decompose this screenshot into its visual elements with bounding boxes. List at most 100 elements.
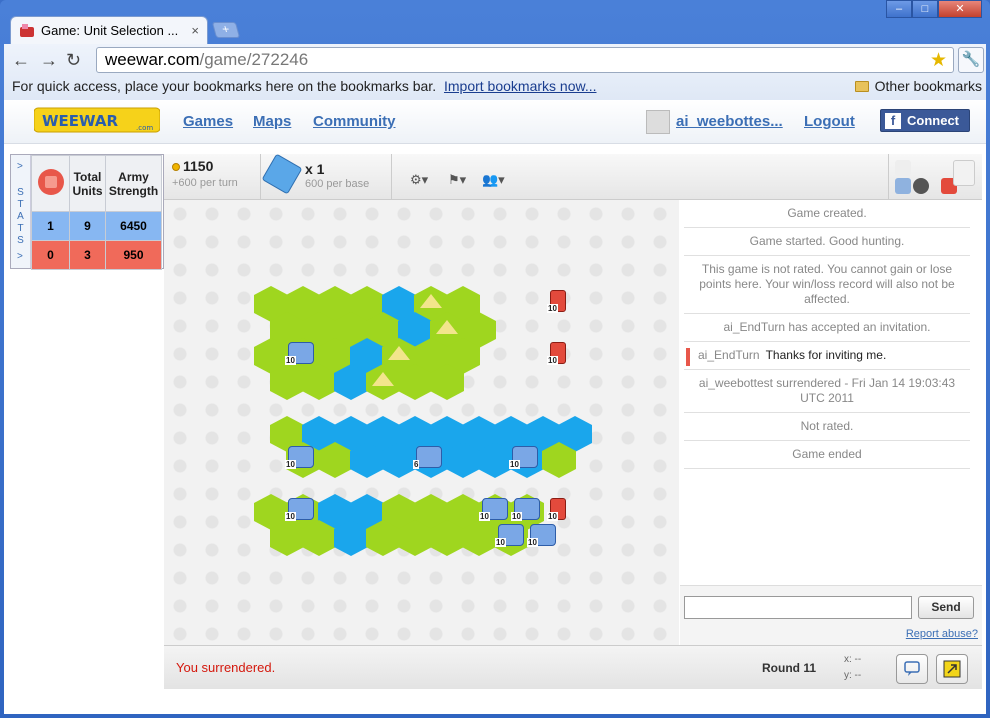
- tab-title: Game: Unit Selection ...: [41, 23, 179, 38]
- chat-toggle-button[interactable]: [896, 654, 928, 684]
- credits-rate: +600 per turn: [172, 177, 238, 189]
- unit-hp-badge: 10: [547, 304, 558, 313]
- total-units-header: Total Units: [69, 155, 106, 212]
- player-icons: [888, 154, 982, 199]
- browser-window: Game: Unit Selection ... × + – □ ✕ ← → ↻…: [0, 0, 990, 718]
- fullscreen-button[interactable]: [936, 654, 968, 684]
- blue-plane-unit[interactable]: 10: [285, 498, 314, 521]
- unit-hp-badge: 6: [413, 460, 420, 469]
- other-bookmarks[interactable]: Other bookmarks: [854, 78, 982, 94]
- wrench-menu-icon[interactable]: 🔧: [958, 47, 984, 73]
- blue-plane-unit[interactable]: 10: [495, 524, 524, 547]
- blue-base-unit[interactable]: 10: [285, 342, 314, 365]
- status-message: You surrendered.: [176, 660, 276, 675]
- new-tab-button[interactable]: +: [211, 22, 241, 38]
- base-rate: 600 per base: [305, 178, 370, 190]
- weewar-logo[interactable]: WEEWAR .com: [33, 106, 161, 136]
- close-window-button[interactable]: ✕: [938, 0, 982, 18]
- y-coordinate: y: --: [844, 670, 862, 681]
- blue-boat-unit[interactable]: 6: [413, 446, 442, 469]
- maximize-button[interactable]: □: [912, 0, 938, 18]
- x-coordinate: x: --: [844, 654, 862, 665]
- table-row: 1 9 6450: [31, 211, 162, 241]
- flag-menu-icon[interactable]: ⚑▾: [448, 172, 466, 188]
- logo-sub: .com: [136, 124, 153, 132]
- chat-message: This game is not rated. You cannot gain …: [684, 256, 970, 314]
- unit-hp-badge: 10: [511, 512, 522, 521]
- chat-message: ai_EndTurn has accepted an invitation.: [684, 314, 970, 342]
- unit-hp-badge: 10: [547, 356, 558, 365]
- import-bookmarks-link[interactable]: Import bookmarks now...: [444, 78, 597, 94]
- game-toolbar: 1150 +600 per turn x 1 600 per base ⚙▾ ⚑…: [164, 153, 982, 200]
- forward-arrow-icon[interactable]: →: [40, 50, 58, 71]
- chat-input-area: Send Report abuse?: [680, 585, 982, 645]
- site-header: WEEWAR .com Games Maps Community ai_weeb…: [4, 100, 986, 144]
- red-plane-unit[interactable]: 10: [547, 498, 566, 521]
- username-link[interactable]: ai_weebottes...: [676, 113, 783, 130]
- credits-value: 1150: [183, 158, 214, 174]
- unit-count: 3: [69, 240, 106, 270]
- blue-plane-unit[interactable]: 10: [511, 498, 540, 521]
- player-blue-icon[interactable]: [895, 178, 911, 194]
- blue-tank-unit[interactable]: 10: [509, 446, 538, 469]
- tab-close-icon[interactable]: ×: [191, 23, 199, 38]
- base-count: x 1: [305, 161, 325, 177]
- status-bar: You surrendered. Round 11 x: -- y: --: [164, 645, 982, 689]
- blue-plane-unit[interactable]: 10: [479, 498, 508, 521]
- expand-arrow-icon[interactable]: >: [17, 251, 23, 262]
- game-map[interactable]: 10 10 10 10 6 10 10 10 10 10 10 10: [164, 200, 679, 645]
- chat-input[interactable]: [684, 596, 912, 619]
- chat-user-message: ai_EndTurn Thanks for inviting me.: [684, 342, 970, 370]
- back-arrow-icon[interactable]: ←: [12, 50, 30, 71]
- page-viewport: WEEWAR .com Games Maps Community ai_weeb…: [4, 100, 986, 714]
- chat-message: Not rated.: [684, 413, 970, 441]
- address-bar[interactable]: weewar.com/game/272246 ★: [96, 47, 954, 73]
- bookmarks-prompt: For quick access, place your bookmarks h…: [12, 78, 437, 94]
- player-icon: [31, 155, 70, 212]
- blue-tank-unit[interactable]: 10: [285, 446, 314, 469]
- red-trooper-unit[interactable]: 10: [547, 342, 566, 365]
- stats-panel: > STATS > Total Units Army Strength 1 9 …: [10, 154, 164, 270]
- facebook-connect-label: Connect: [907, 113, 959, 128]
- logout-link[interactable]: Logout: [804, 113, 855, 130]
- round-counter: Round 11: [762, 661, 817, 675]
- bases-display: x 1 600 per base: [260, 153, 392, 199]
- weewar-favicon-icon: [19, 23, 35, 39]
- chat-log: Game created. Game started. Good hunting…: [680, 200, 982, 645]
- expand-arrow-icon[interactable]: >: [17, 161, 23, 172]
- unit-hp-badge: 10: [547, 512, 558, 521]
- nav-community-link[interactable]: Community: [313, 113, 396, 130]
- user-avatar[interactable]: [646, 110, 670, 134]
- bookmark-star-icon[interactable]: ★: [930, 49, 947, 72]
- chat-message: Game created.: [684, 200, 970, 228]
- unit-hp-badge: 10: [285, 460, 296, 469]
- credits-display: 1150 +600 per turn: [172, 158, 238, 189]
- nav-maps-link[interactable]: Maps: [253, 113, 291, 130]
- chat-message: Game started. Good hunting.: [684, 228, 970, 256]
- player-number: 1: [31, 211, 70, 241]
- unit-hp-badge: 10: [285, 512, 296, 521]
- unit-hp-badge: 10: [285, 356, 296, 365]
- stats-tab-label: STATS: [17, 187, 25, 246]
- unit-hp-badge: 10: [509, 460, 520, 469]
- stats-table: Total Units Army Strength 1 9 6450 0 3 9…: [31, 155, 162, 270]
- players-menu-icon[interactable]: 👥▾: [482, 172, 505, 188]
- unit-hp-badge: 10: [495, 538, 506, 547]
- nav-games-link[interactable]: Games: [183, 113, 233, 130]
- settings-gear-icon[interactable]: ⚙▾: [410, 172, 428, 188]
- facebook-connect-button[interactable]: f Connect: [880, 109, 970, 132]
- reload-icon[interactable]: ↻: [66, 50, 81, 71]
- send-button[interactable]: Send: [918, 596, 974, 619]
- unit-count: 9: [69, 211, 106, 241]
- minimize-button[interactable]: –: [886, 0, 912, 18]
- window-controls: – □ ✕: [886, 0, 982, 18]
- folder-icon: [854, 81, 869, 92]
- stats-tab[interactable]: > STATS >: [11, 155, 31, 268]
- browser-tab[interactable]: Game: Unit Selection ... ×: [10, 16, 208, 44]
- coordinate-readout: x: -- y: --: [844, 652, 861, 684]
- url-path: /game/272246: [199, 50, 309, 69]
- blue-plane-unit[interactable]: 10: [527, 524, 556, 547]
- report-abuse-link[interactable]: Report abuse?: [906, 628, 978, 640]
- opponent-avatar[interactable]: [953, 160, 975, 186]
- red-trooper-unit[interactable]: 10: [547, 290, 566, 313]
